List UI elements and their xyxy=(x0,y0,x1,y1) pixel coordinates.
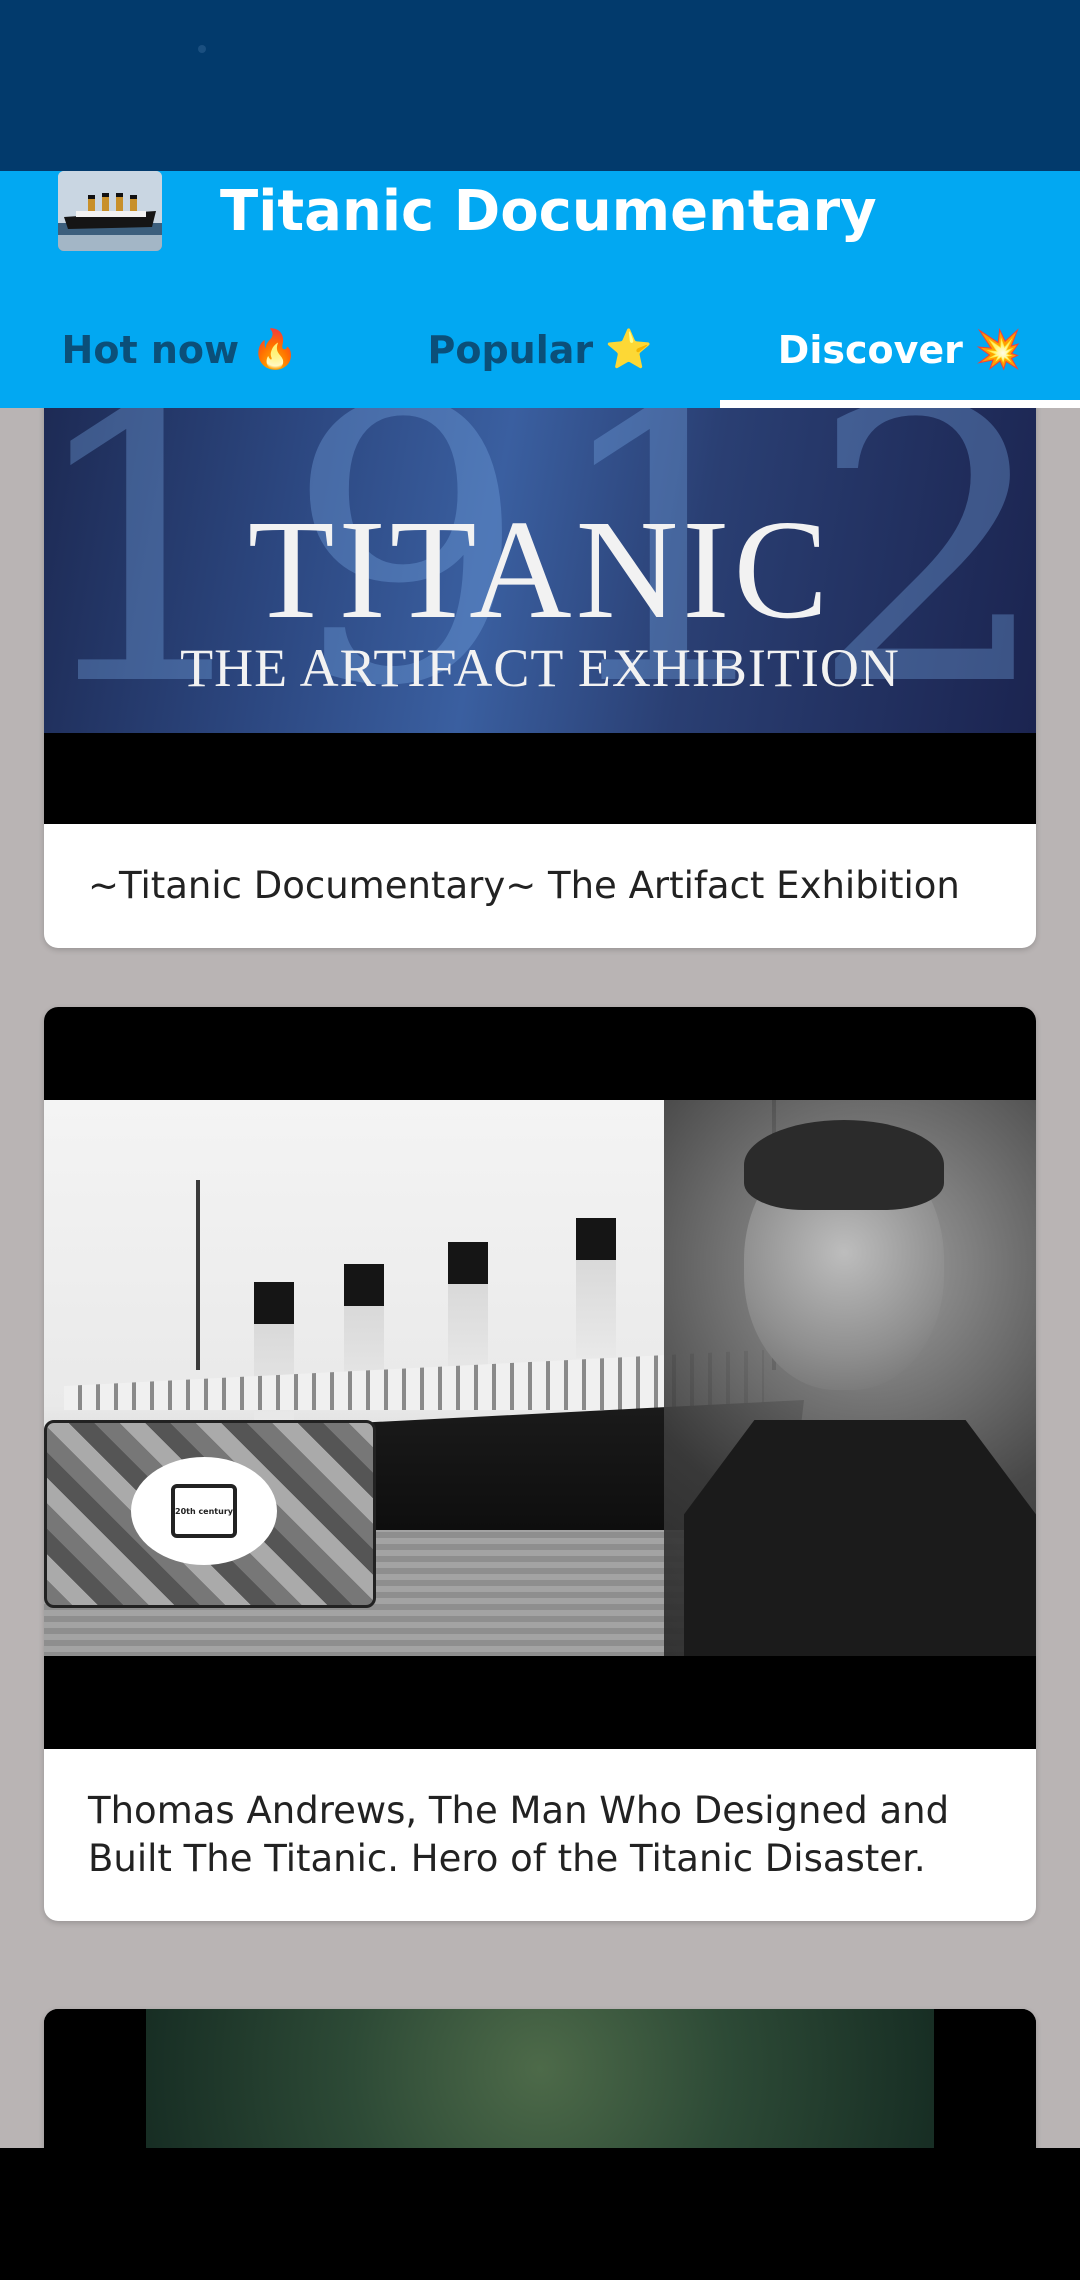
video-card[interactable]: 1912 TITANIC THE ARTIFACT EXHIBITION ~Ti… xyxy=(44,408,1036,948)
notification-dot xyxy=(198,45,206,53)
video-thumbnail[interactable] xyxy=(44,2009,1036,2148)
video-thumbnail[interactable]: 20th century xyxy=(44,1007,1036,1749)
thumbnail-title: TITANIC xyxy=(247,490,833,648)
portrait-suit xyxy=(684,1420,1036,1656)
thumbnail-artwork: 20th century xyxy=(44,1100,1036,1656)
ship-mast xyxy=(196,1180,200,1370)
channel-badge-text: 20th century xyxy=(175,1506,233,1516)
system-navigation-bar xyxy=(0,2148,1080,2280)
app-bar: Titanic Documentary Hot now 🔥 Popular ⭐ … xyxy=(0,171,1080,408)
thumbnail-artwork: 1912 TITANIC THE ARTIFACT EXHIBITION xyxy=(44,408,1036,733)
fire-icon: 🔥 xyxy=(251,327,299,371)
tv-icon: 20th century xyxy=(171,1484,237,1538)
tab-popular[interactable]: Popular ⭐ xyxy=(360,291,720,408)
video-feed[interactable]: 1912 TITANIC THE ARTIFACT EXHIBITION ~Ti… xyxy=(0,408,1080,2148)
video-caption: ~Titanic Documentary~ The Artifact Exhib… xyxy=(88,864,960,907)
titanic-ship-logo-icon xyxy=(58,171,162,251)
collision-icon: 💥 xyxy=(974,327,1023,371)
ship-deck xyxy=(64,1350,764,1410)
video-card[interactable] xyxy=(44,2009,1036,2148)
tab-hot-now[interactable]: Hot now 🔥 xyxy=(0,291,360,408)
status-bar xyxy=(0,0,1080,171)
tab-label: Hot now xyxy=(61,327,240,372)
channel-badge: 20th century xyxy=(44,1420,376,1608)
portrait-hair xyxy=(744,1120,944,1210)
star-icon: ⭐ xyxy=(605,327,653,371)
tab-discover[interactable]: Discover 💥 xyxy=(720,291,1080,408)
video-card[interactable]: 20th century Thomas Andrews, The Man Who… xyxy=(44,1007,1036,1921)
thumbnail-subtitle: THE ARTIFACT EXHIBITION xyxy=(180,638,900,698)
video-caption: Thomas Andrews, The Man Who Designed and… xyxy=(88,1789,950,1880)
channel-badge-circle: 20th century xyxy=(131,1457,277,1565)
app-root: Titanic Documentary Hot now 🔥 Popular ⭐ … xyxy=(0,0,1080,2280)
ship-funnel xyxy=(576,1218,616,1358)
tab-bar: Hot now 🔥 Popular ⭐ Discover 💥 xyxy=(0,291,1080,408)
thumbnail-artwork xyxy=(146,2009,934,2148)
active-tab-indicator xyxy=(720,400,1080,408)
tab-label: Popular xyxy=(427,327,594,372)
ship-logo-svg xyxy=(58,171,162,251)
app-title: Titanic Documentary xyxy=(220,179,877,244)
video-thumbnail[interactable]: 1912 TITANIC THE ARTIFACT EXHIBITION xyxy=(44,408,1036,824)
ship-funnel xyxy=(448,1242,488,1382)
tab-label: Discover xyxy=(777,327,963,372)
